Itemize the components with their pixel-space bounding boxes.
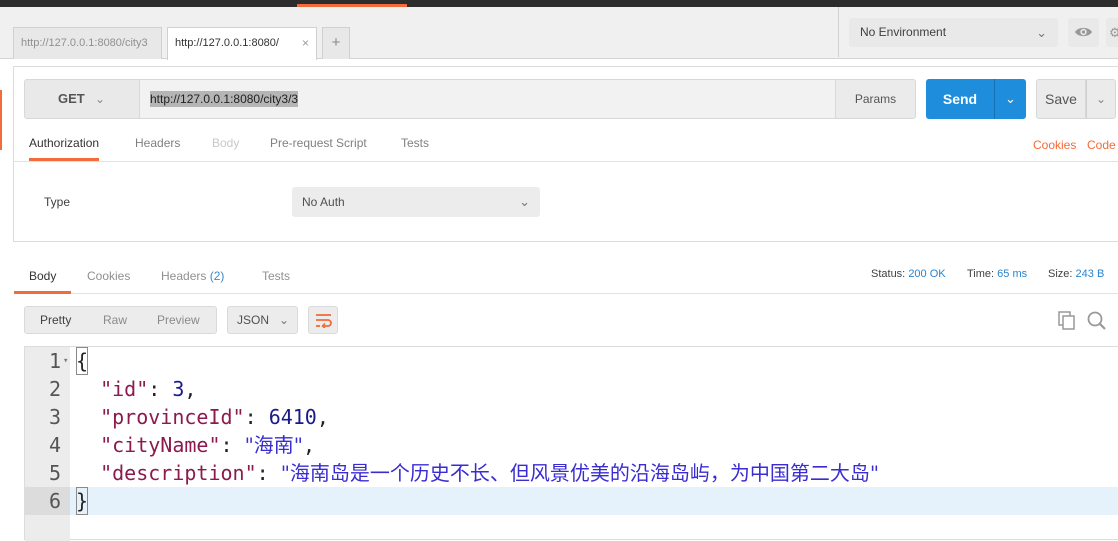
- method-label: GET: [58, 91, 85, 106]
- code-text: "cityName": "海南",: [100, 433, 316, 457]
- tab-response-body[interactable]: Body: [14, 261, 72, 294]
- auth-type-label: Type: [44, 195, 71, 209]
- copy-icon[interactable]: [1058, 311, 1076, 330]
- tab-authorization[interactable]: Authorization: [29, 130, 100, 161]
- auth-type-value: No Auth: [302, 195, 345, 209]
- code-text: "id": 3,: [100, 377, 197, 401]
- status-info: Status: 200 OK: [871, 268, 946, 280]
- time-value: 65 ms: [997, 268, 1028, 280]
- code-line: 2 "id": 3,: [25, 375, 1118, 403]
- code-line: 5 "description": "海南岛是一个历史不长、但风景优美的沿海岛屿，…: [25, 459, 1118, 487]
- code-line: 4 "cityName": "海南",: [25, 431, 1118, 459]
- gear-icon[interactable]: ⚙: [1106, 18, 1118, 47]
- json-key: "description": [100, 461, 257, 485]
- params-button[interactable]: Params: [835, 79, 916, 119]
- format-label: JSON: [237, 313, 270, 327]
- pretty-button[interactable]: Pretty: [40, 307, 71, 333]
- size-value: 243 B: [1075, 268, 1105, 280]
- code-link[interactable]: Code: [1087, 138, 1116, 152]
- line-number: 3: [48, 405, 61, 429]
- code-text: "provinceId": 6410,: [100, 405, 329, 429]
- code-line: 3 "provinceId": 6410,: [25, 403, 1118, 431]
- response-tabs: Body Cookies Headers (2) Tests: [14, 261, 1118, 294]
- tab-label: http://127.0.0.1:8080/: [175, 37, 279, 49]
- status-label: Status:: [871, 268, 906, 280]
- headers-count: (2): [209, 269, 225, 283]
- time-info: Time: 65 ms: [967, 268, 1027, 280]
- code-text: "description": "海南岛是一个历史不长、但风景优美的沿海岛屿，为中…: [100, 461, 880, 485]
- code-line-current: 6 }: [25, 487, 1118, 515]
- url-input[interactable]: http://127.0.0.1:8080/city3/3: [140, 79, 835, 119]
- wrap-lines-button[interactable]: [308, 306, 338, 334]
- code-line: 1 ▾ {: [25, 347, 1118, 375]
- tab-request-active[interactable]: http://127.0.0.1:8080/ ×: [167, 27, 317, 60]
- auth-type-select[interactable]: No Auth ⌄: [292, 187, 540, 217]
- raw-button[interactable]: Raw: [103, 307, 127, 333]
- time-label: Time:: [967, 268, 995, 280]
- sidebar-edge-marker: [0, 90, 2, 150]
- json-key: "cityName": [100, 433, 221, 457]
- line-number: 1: [48, 349, 61, 373]
- tab-response-tests[interactable]: Tests: [262, 261, 290, 294]
- tab-pre-request-script[interactable]: Pre-request Script: [270, 130, 367, 161]
- tab-request-city3[interactable]: http://127.0.0.1:8080/city3: [13, 27, 162, 59]
- size-label: Size:: [1048, 268, 1073, 280]
- tab-headers[interactable]: Headers: [135, 130, 180, 161]
- preview-button[interactable]: Preview: [157, 307, 200, 333]
- wrap-icon: [316, 314, 332, 328]
- line-number: 5: [48, 461, 61, 485]
- close-icon[interactable]: ×: [302, 28, 309, 58]
- line-number: 6: [25, 487, 70, 515]
- chevron-down-icon: ⌄: [519, 194, 530, 209]
- chevron-down-icon: ⌄: [1036, 25, 1047, 40]
- save-button[interactable]: Save: [1036, 79, 1086, 119]
- json-value: 6410: [268, 405, 317, 429]
- json-value: "海南": [244, 433, 304, 457]
- environment-label: No Environment: [860, 25, 947, 39]
- environment-quick-look-button[interactable]: [1068, 18, 1099, 47]
- eye-icon: [1075, 27, 1092, 37]
- tab-tests[interactable]: Tests: [401, 130, 429, 161]
- json-key: "id": [100, 377, 149, 401]
- line-number: 4: [48, 433, 61, 457]
- code-text: {: [76, 347, 89, 375]
- url-text: http://127.0.0.1:8080/city3/3: [150, 91, 299, 107]
- environment-select[interactable]: No Environment ⌄: [849, 18, 1058, 47]
- chevron-down-icon: ⌄: [1005, 91, 1016, 106]
- view-mode-group: Pretty Raw Preview: [24, 306, 217, 334]
- tab-response-headers[interactable]: Headers (2): [161, 261, 224, 294]
- format-select[interactable]: JSON ⌄: [227, 306, 298, 334]
- window-top-bar: [0, 0, 1118, 7]
- chevron-down-icon: ⌄: [95, 92, 106, 106]
- search-icon[interactable]: [1087, 311, 1107, 330]
- send-options-button[interactable]: ⌄: [994, 79, 1026, 119]
- request-tabs: Authorization Headers Body Pre-request S…: [14, 130, 1118, 162]
- tab-body[interactable]: Body: [212, 130, 239, 161]
- line-number: 2: [48, 377, 61, 401]
- size-info: Size: 243 B: [1048, 268, 1104, 280]
- json-key: "provinceId": [100, 405, 245, 429]
- chevron-down-icon: ⌄: [1095, 92, 1107, 106]
- headers-label: Headers: [161, 269, 207, 283]
- cookies-link[interactable]: Cookies: [1033, 138, 1076, 152]
- fold-arrow-icon[interactable]: ▾: [63, 347, 68, 375]
- send-button[interactable]: Send: [926, 79, 994, 119]
- divider: [838, 7, 839, 57]
- status-value: 200 OK: [908, 268, 946, 280]
- chevron-down-icon: ⌄: [278, 313, 289, 327]
- add-tab-button[interactable]: +: [322, 27, 350, 59]
- code-text: }: [76, 487, 89, 515]
- method-select[interactable]: GET ⌄: [24, 79, 140, 119]
- json-value: "海南岛是一个历史不长、但风景优美的沿海岛屿，为中国第二大岛": [280, 461, 880, 485]
- response-body-editor[interactable]: 1 ▾ { 2 "id": 3, 3 "provinceId": 6410, 4…: [24, 346, 1118, 541]
- tab-response-cookies[interactable]: Cookies: [87, 261, 130, 294]
- save-options-button[interactable]: ⌄: [1086, 79, 1116, 119]
- json-value: 3: [172, 377, 185, 401]
